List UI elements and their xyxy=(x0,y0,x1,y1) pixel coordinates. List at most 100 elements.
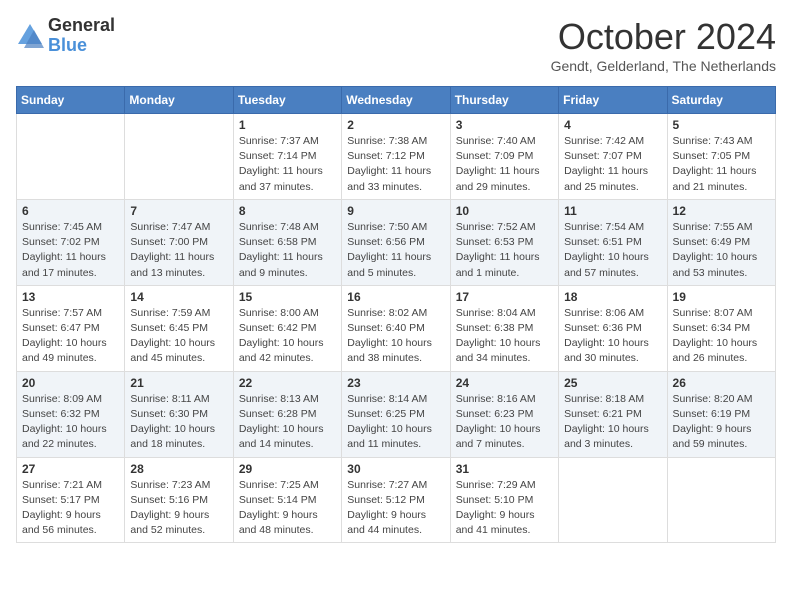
day-number: 3 xyxy=(456,118,553,132)
day-info: Sunrise: 7:42 AM Sunset: 7:07 PM Dayligh… xyxy=(564,134,661,195)
day-number: 5 xyxy=(673,118,770,132)
calendar-cell: 11 Sunrise: 7:54 AM Sunset: 6:51 PM Dayli… xyxy=(559,199,667,285)
day-number: 18 xyxy=(564,290,661,304)
header-cell-monday: Monday xyxy=(125,87,233,114)
calendar-cell: 2 Sunrise: 7:38 AM Sunset: 7:12 PM Daylig… xyxy=(342,114,450,200)
calendar-cell: 19 Sunrise: 8:07 AM Sunset: 6:34 PM Dayli… xyxy=(667,285,775,371)
day-number: 8 xyxy=(239,204,336,218)
calendar-cell xyxy=(559,457,667,543)
day-info: Sunrise: 7:37 AM Sunset: 7:14 PM Dayligh… xyxy=(239,134,336,195)
title-area: October 2024 Gendt, Gelderland, The Neth… xyxy=(551,16,776,74)
page-header: General Blue October 2024 Gendt, Gelderl… xyxy=(16,16,776,74)
day-info: Sunrise: 7:50 AM Sunset: 6:56 PM Dayligh… xyxy=(347,220,444,281)
day-number: 2 xyxy=(347,118,444,132)
calendar-cell: 16 Sunrise: 8:02 AM Sunset: 6:40 PM Dayli… xyxy=(342,285,450,371)
calendar-table: SundayMondayTuesdayWednesdayThursdayFrid… xyxy=(16,86,776,543)
logo-blue-text: Blue xyxy=(48,36,115,56)
day-number: 21 xyxy=(130,376,227,390)
calendar-week-5: 27 Sunrise: 7:21 AM Sunset: 5:17 PM Dayli… xyxy=(17,457,776,543)
calendar-cell: 20 Sunrise: 8:09 AM Sunset: 6:32 PM Dayli… xyxy=(17,371,125,457)
header-cell-friday: Friday xyxy=(559,87,667,114)
calendar-cell: 25Sunrise: 8:18 AM Sunset: 6:21 PM Dayli… xyxy=(559,371,667,457)
day-number: 27 xyxy=(22,462,119,476)
day-number: 6 xyxy=(22,204,119,218)
day-number: 31 xyxy=(456,462,553,476)
day-info: Sunrise: 7:38 AM Sunset: 7:12 PM Dayligh… xyxy=(347,134,444,195)
day-number: 11 xyxy=(564,204,661,218)
day-info: Sunrise: 8:07 AM Sunset: 6:34 PM Dayligh… xyxy=(673,306,770,367)
day-info: Sunrise: 8:00 AM Sunset: 6:42 PM Dayligh… xyxy=(239,306,336,367)
day-number: 12 xyxy=(673,204,770,218)
day-number: 22 xyxy=(239,376,336,390)
day-info: Sunrise: 7:40 AM Sunset: 7:09 PM Dayligh… xyxy=(456,134,553,195)
day-number: 20 xyxy=(22,376,119,390)
day-info: Sunrise: 7:47 AM Sunset: 7:00 PM Dayligh… xyxy=(130,220,227,281)
day-number: 24 xyxy=(456,376,553,390)
logo-general-text: General xyxy=(48,16,115,36)
calendar-body: 1 Sunrise: 7:37 AM Sunset: 7:14 PM Daylig… xyxy=(17,114,776,543)
header-cell-sunday: Sunday xyxy=(17,87,125,114)
calendar-cell: 7 Sunrise: 7:47 AM Sunset: 7:00 PM Daylig… xyxy=(125,199,233,285)
day-info: Sunrise: 7:21 AM Sunset: 5:17 PM Dayligh… xyxy=(22,478,119,539)
day-number: 13 xyxy=(22,290,119,304)
calendar-cell: 12 Sunrise: 7:55 AM Sunset: 6:49 PM Dayli… xyxy=(667,199,775,285)
calendar-cell xyxy=(17,114,125,200)
calendar-cell: 4Sunrise: 7:42 AM Sunset: 7:07 PM Daylig… xyxy=(559,114,667,200)
day-info: Sunrise: 7:59 AM Sunset: 6:45 PM Dayligh… xyxy=(130,306,227,367)
day-number: 28 xyxy=(130,462,227,476)
calendar-cell: 21 Sunrise: 8:11 AM Sunset: 6:30 PM Dayli… xyxy=(125,371,233,457)
header-cell-saturday: Saturday xyxy=(667,87,775,114)
day-number: 9 xyxy=(347,204,444,218)
calendar-week-3: 13 Sunrise: 7:57 AM Sunset: 6:47 PM Dayli… xyxy=(17,285,776,371)
day-number: 26 xyxy=(673,376,770,390)
day-info: Sunrise: 7:57 AM Sunset: 6:47 PM Dayligh… xyxy=(22,306,119,367)
day-number: 16 xyxy=(347,290,444,304)
calendar-header: SundayMondayTuesdayWednesdayThursdayFrid… xyxy=(17,87,776,114)
calendar-cell: 1 Sunrise: 7:37 AM Sunset: 7:14 PM Daylig… xyxy=(233,114,341,200)
calendar-cell: 31 Sunrise: 7:29 AM Sunset: 5:10 PM Dayli… xyxy=(450,457,558,543)
calendar-cell: 28 Sunrise: 7:23 AM Sunset: 5:16 PM Dayli… xyxy=(125,457,233,543)
day-number: 23 xyxy=(347,376,444,390)
day-info: Sunrise: 8:02 AM Sunset: 6:40 PM Dayligh… xyxy=(347,306,444,367)
calendar-cell: 27 Sunrise: 7:21 AM Sunset: 5:17 PM Dayli… xyxy=(17,457,125,543)
day-info: Sunrise: 8:11 AM Sunset: 6:30 PM Dayligh… xyxy=(130,392,227,453)
day-info: Sunrise: 7:43 AM Sunset: 7:05 PM Dayligh… xyxy=(673,134,770,195)
day-info: Sunrise: 8:16 AM Sunset: 6:23 PM Dayligh… xyxy=(456,392,553,453)
day-info: Sunrise: 7:52 AM Sunset: 6:53 PM Dayligh… xyxy=(456,220,553,281)
day-number: 14 xyxy=(130,290,227,304)
calendar-cell xyxy=(667,457,775,543)
calendar-week-2: 6Sunrise: 7:45 AM Sunset: 7:02 PM Daylig… xyxy=(17,199,776,285)
calendar-week-4: 20 Sunrise: 8:09 AM Sunset: 6:32 PM Dayli… xyxy=(17,371,776,457)
calendar-cell: 10 Sunrise: 7:52 AM Sunset: 6:53 PM Dayli… xyxy=(450,199,558,285)
location-subtitle: Gendt, Gelderland, The Netherlands xyxy=(551,58,776,74)
day-number: 15 xyxy=(239,290,336,304)
header-cell-tuesday: Tuesday xyxy=(233,87,341,114)
header-cell-thursday: Thursday xyxy=(450,87,558,114)
day-info: Sunrise: 8:09 AM Sunset: 6:32 PM Dayligh… xyxy=(22,392,119,453)
logo-icon xyxy=(16,22,44,50)
day-number: 29 xyxy=(239,462,336,476)
calendar-cell: 15 Sunrise: 8:00 AM Sunset: 6:42 PM Dayli… xyxy=(233,285,341,371)
calendar-cell: 29 Sunrise: 7:25 AM Sunset: 5:14 PM Dayli… xyxy=(233,457,341,543)
day-info: Sunrise: 7:23 AM Sunset: 5:16 PM Dayligh… xyxy=(130,478,227,539)
day-number: 1 xyxy=(239,118,336,132)
logo: General Blue xyxy=(16,16,115,56)
calendar-week-1: 1 Sunrise: 7:37 AM Sunset: 7:14 PM Daylig… xyxy=(17,114,776,200)
calendar-cell: 8 Sunrise: 7:48 AM Sunset: 6:58 PM Daylig… xyxy=(233,199,341,285)
day-info: Sunrise: 7:55 AM Sunset: 6:49 PM Dayligh… xyxy=(673,220,770,281)
day-number: 10 xyxy=(456,204,553,218)
day-info: Sunrise: 7:29 AM Sunset: 5:10 PM Dayligh… xyxy=(456,478,553,539)
calendar-cell: 17 Sunrise: 8:04 AM Sunset: 6:38 PM Dayli… xyxy=(450,285,558,371)
day-info: Sunrise: 8:04 AM Sunset: 6:38 PM Dayligh… xyxy=(456,306,553,367)
calendar-cell: 13 Sunrise: 7:57 AM Sunset: 6:47 PM Dayli… xyxy=(17,285,125,371)
day-number: 19 xyxy=(673,290,770,304)
day-info: Sunrise: 7:27 AM Sunset: 5:12 PM Dayligh… xyxy=(347,478,444,539)
day-info: Sunrise: 7:54 AM Sunset: 6:51 PM Dayligh… xyxy=(564,220,661,281)
day-info: Sunrise: 7:48 AM Sunset: 6:58 PM Dayligh… xyxy=(239,220,336,281)
calendar-cell: 6Sunrise: 7:45 AM Sunset: 7:02 PM Daylig… xyxy=(17,199,125,285)
calendar-cell: 3 Sunrise: 7:40 AM Sunset: 7:09 PM Daylig… xyxy=(450,114,558,200)
day-number: 7 xyxy=(130,204,227,218)
day-info: Sunrise: 8:06 AM Sunset: 6:36 PM Dayligh… xyxy=(564,306,661,367)
day-info: Sunrise: 7:25 AM Sunset: 5:14 PM Dayligh… xyxy=(239,478,336,539)
day-number: 17 xyxy=(456,290,553,304)
